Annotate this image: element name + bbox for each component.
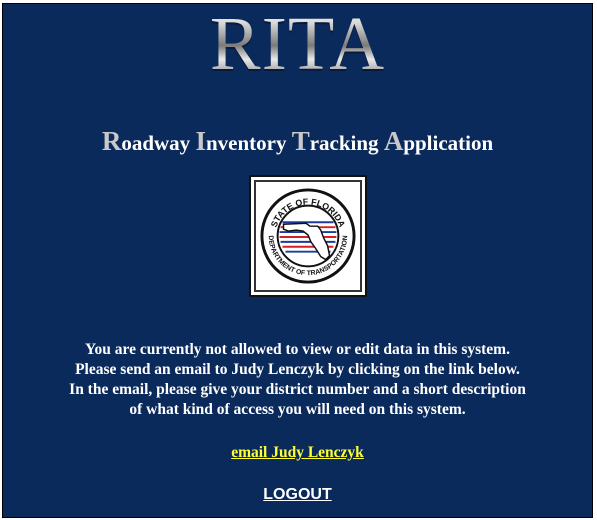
app-name: Roadway Inventory Tracking Application <box>3 126 592 157</box>
logout-container: LOGOUT <box>3 486 592 504</box>
app-name-cap-3: T <box>291 126 310 156</box>
app-name-rest-3: racking <box>309 131 384 155</box>
logo-title: RITA <box>3 6 592 82</box>
fdot-seal-frame: STATE OF FLORIDA DEPARTMENT OF TRANSPORT… <box>249 175 367 297</box>
app-name-rest-4: pplication <box>403 131 494 155</box>
email-link-container: email Judy Lenczyk <box>3 444 592 462</box>
logout-link[interactable]: LOGOUT <box>263 486 331 503</box>
app-name-cap-1: R <box>101 126 122 156</box>
fdot-seal-icon: STATE OF FLORIDA DEPARTMENT OF TRANSPORT… <box>260 188 356 284</box>
message-line-1: You are currently not allowed to view or… <box>85 341 510 358</box>
access-denied-message: You are currently not allowed to view or… <box>7 340 588 420</box>
app-name-rest-1: oadway <box>121 131 196 155</box>
app-name-rest-2: nventory <box>205 131 292 155</box>
email-judy-link[interactable]: email Judy Lenczyk <box>231 444 364 461</box>
message-line-3: In the email, please give your district … <box>69 381 526 398</box>
message-line-2: Please send an email to Judy Lenczyk by … <box>75 361 520 378</box>
app-name-cap-2: I <box>195 126 206 156</box>
message-line-4: of what kind of access you will need on … <box>129 401 466 418</box>
app-name-cap-4: A <box>383 126 404 156</box>
page-frame: RITA RITA Roadway Inventory Tracking App… <box>2 3 593 518</box>
